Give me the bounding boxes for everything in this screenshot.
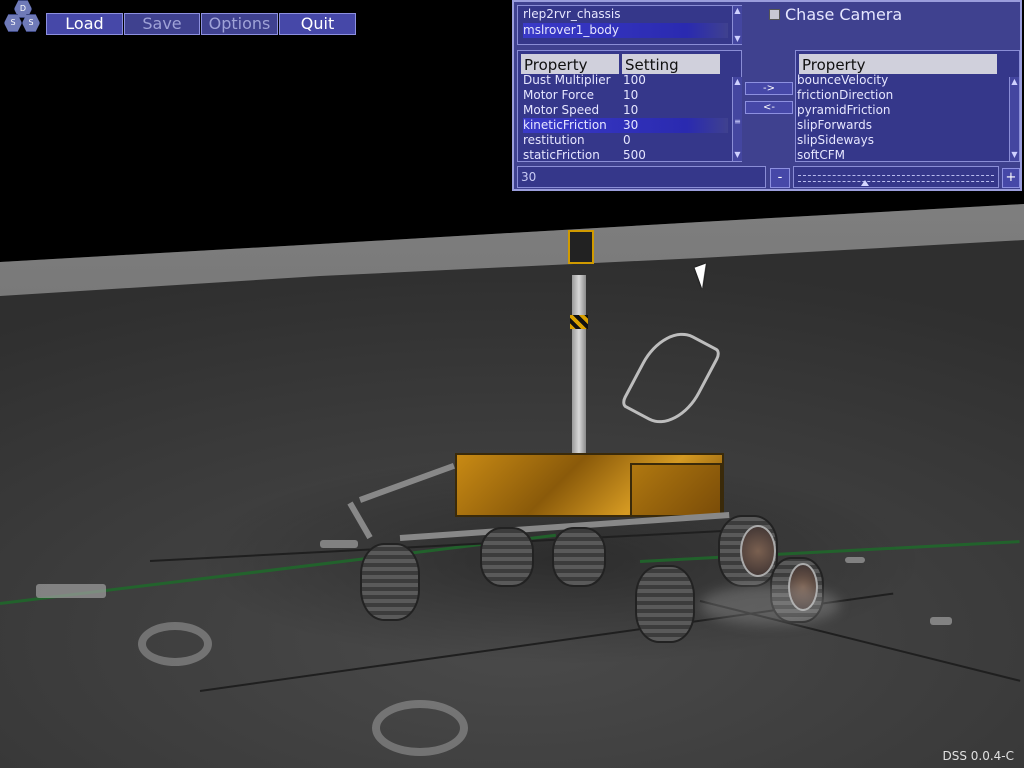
object-list-item[interactable]: rlep2rvr_chassis <box>523 7 728 22</box>
available-property-item[interactable]: pyramidFriction <box>797 103 891 118</box>
property-row[interactable]: Dust Multiplier 100 <box>523 73 728 88</box>
chase-camera-label: Chase Camera <box>785 5 903 24</box>
column-header-setting[interactable]: Setting <box>622 54 720 74</box>
rover-antenna <box>619 320 723 436</box>
scroll-up-icon[interactable]: ▲ <box>1010 77 1019 87</box>
slider-track[interactable] <box>798 175 994 182</box>
rover-camera-head <box>568 230 594 264</box>
available-properties-list: Property bounceVelocity frictionDirectio… <box>795 50 1020 162</box>
value-field[interactable]: 30 <box>517 166 766 188</box>
rover-wheel <box>480 527 534 587</box>
property-panel: rlep2rvr_chassis mslrover1_body ▲ ▼ Chas… <box>512 0 1022 191</box>
property-row[interactable]: staticFriction 500 <box>523 148 728 163</box>
property-row[interactable]: Motor Force 10 <box>523 88 728 103</box>
property-name: Motor Speed <box>523 103 600 117</box>
decrement-button[interactable]: - <box>770 168 790 188</box>
rover-model[interactable] <box>340 225 840 655</box>
scroll-up-icon[interactable]: ▲ <box>733 77 742 87</box>
available-property-item[interactable]: slipForwards <box>797 118 872 133</box>
property-value: 10 <box>623 103 639 117</box>
add-property-button[interactable]: -> <box>745 82 793 95</box>
rock <box>930 617 952 625</box>
property-row-selected[interactable]: kineticFriction 30 <box>523 118 728 133</box>
save-button[interactable]: Save <box>124 13 200 35</box>
object-list[interactable]: rlep2rvr_chassis mslrover1_body ▲ ▼ <box>517 5 742 45</box>
scroll-up-icon[interactable]: ▲ <box>733 6 742 16</box>
rover-arm <box>358 462 455 503</box>
property-value: 0 <box>623 133 631 147</box>
rover-arm <box>347 501 373 540</box>
slider-thumb[interactable] <box>860 180 869 186</box>
rover-body-front <box>630 463 722 517</box>
property-name: Dust Multiplier <box>523 73 611 87</box>
rover-wheel <box>635 565 695 643</box>
dss-logo: D S S <box>0 0 44 34</box>
available-property-item[interactable]: softCFM <box>797 148 845 163</box>
property-value: 100 <box>623 73 646 87</box>
quit-button[interactable]: Quit <box>279 13 356 35</box>
chase-camera-checkbox[interactable] <box>769 9 780 20</box>
options-button[interactable]: Options <box>201 13 278 35</box>
rock <box>845 557 865 563</box>
scroll-thumb-icon[interactable]: ≡ <box>733 117 742 127</box>
remove-property-button[interactable]: <- <box>745 101 793 114</box>
column-header-available-property[interactable]: Property <box>799 54 997 74</box>
property-row[interactable]: restitution 0 <box>523 133 728 148</box>
value-field-text: 30 <box>521 170 537 184</box>
property-row[interactable]: Motor Speed 10 <box>523 103 728 118</box>
object-list-scrollbar[interactable]: ▲ ▼ <box>732 6 742 44</box>
property-name: staticFriction <box>523 148 600 162</box>
property-value: 500 <box>623 148 646 162</box>
available-property-item[interactable]: bounceVelocity <box>797 73 888 88</box>
property-table: Property Setting Dust Multiplier 100 Mot… <box>517 50 742 162</box>
increment-button[interactable]: + <box>1002 168 1020 188</box>
value-slider[interactable] <box>793 166 999 188</box>
property-value: 10 <box>623 88 639 102</box>
rover-wheel-hub <box>740 525 776 577</box>
scroll-down-icon[interactable]: ▼ <box>733 150 742 160</box>
rover-mast-band <box>570 315 588 329</box>
load-button[interactable]: Load <box>46 13 123 35</box>
available-property-item[interactable]: slipSideways <box>797 133 874 148</box>
property-value: 30 <box>623 118 639 132</box>
property-table-scrollbar[interactable]: ▲ ≡ ▼ <box>732 77 742 161</box>
rover-wheel <box>360 543 420 621</box>
object-list-item-selected[interactable]: mslrover1_body <box>523 23 728 38</box>
column-header-property[interactable]: Property <box>521 54 619 74</box>
property-name: restitution <box>523 133 585 147</box>
version-label: DSS 0.0.4-C <box>942 749 1014 763</box>
property-name: kineticFriction <box>523 118 607 132</box>
waypoint-marker <box>138 622 212 666</box>
dust-cloud <box>700 585 840 625</box>
rover-wheel <box>552 527 606 587</box>
available-properties-scrollbar[interactable]: ▲ ▼ <box>1009 77 1019 161</box>
property-name: Motor Force <box>523 88 594 102</box>
scroll-down-icon[interactable]: ▼ <box>1010 150 1019 160</box>
scroll-down-icon[interactable]: ▼ <box>733 34 742 44</box>
available-property-item[interactable]: frictionDirection <box>797 88 893 103</box>
waypoint-marker <box>372 700 468 756</box>
rock <box>36 584 106 598</box>
